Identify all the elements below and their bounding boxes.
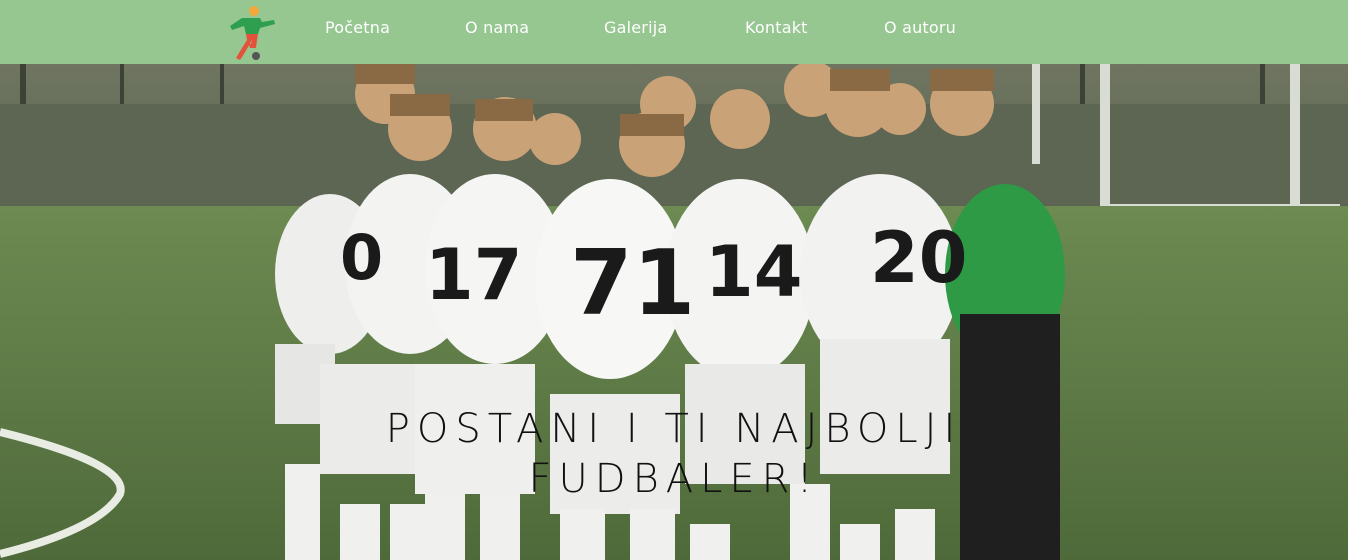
- svg-text:71: 71: [570, 231, 695, 336]
- svg-text:14: 14: [705, 231, 802, 313]
- nav-item-pocetna[interactable]: Početna: [325, 18, 390, 40]
- hero-section: 0 17 71 14 20 POSTANI I TI NAJBOLJI FUDB…: [0, 64, 1348, 560]
- nav-item-o-autoru[interactable]: O autoru: [884, 18, 956, 40]
- hero-title-line-2: FUDBALER!: [528, 456, 820, 502]
- hero-title: POSTANI I TI NAJBOLJI FUDBALER!: [374, 404, 974, 504]
- hero-title-line-1: POSTANI I TI NAJBOLJI: [385, 406, 963, 452]
- svg-text:20: 20: [870, 217, 967, 299]
- football-player-logo-icon[interactable]: [222, 4, 278, 62]
- svg-text:0: 0: [340, 221, 383, 294]
- nav-item-galerija[interactable]: Galerija: [604, 18, 667, 40]
- nav-item-kontakt[interactable]: Kontakt: [745, 18, 808, 40]
- nav-item-o-nama[interactable]: O nama: [465, 18, 529, 40]
- top-navbar: Početna O nama Galerija Kontakt O autoru: [0, 0, 1348, 64]
- svg-text:17: 17: [425, 234, 522, 316]
